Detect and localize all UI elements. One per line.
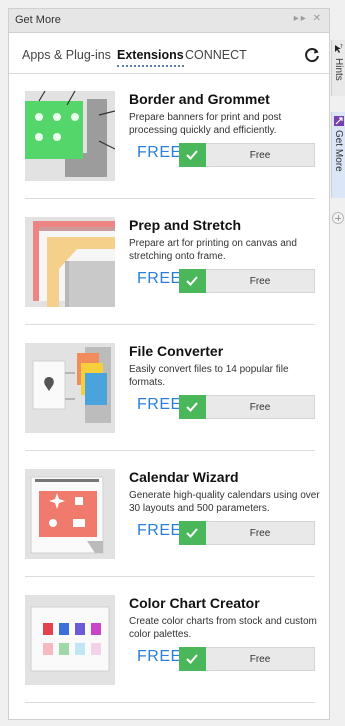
divider	[25, 450, 315, 451]
divider	[25, 198, 315, 199]
extension-description: Prepare art for printing on canvas and s…	[129, 238, 297, 262]
prep-stretch-thumbnail	[25, 217, 115, 307]
get-more-panel: Get More ▸▸ ✕ Apps & Plug-ins Extensions…	[8, 8, 330, 720]
free-button-label: Free	[249, 276, 271, 287]
divider	[25, 702, 315, 703]
panel-title: Get More	[15, 14, 61, 26]
extension-name: Color Chart Creator	[129, 595, 260, 611]
list-item: File Converter Easily convert files to 1…	[9, 327, 329, 453]
extension-name: Prep and Stretch	[129, 217, 242, 233]
extension-name: Border and Grommet	[129, 91, 270, 107]
color-chart-thumbnail	[25, 595, 115, 685]
free-button-label: Free	[249, 150, 271, 161]
list-item: Color Chart Creator Create color charts …	[9, 579, 329, 705]
checkmark-icon	[186, 654, 198, 664]
file-converter-thumbnail	[25, 343, 115, 433]
price-label: FREE	[137, 396, 182, 413]
extension-list: Border and Grommet Prepare banners for p…	[9, 75, 329, 705]
free-button[interactable]: Free	[179, 395, 315, 419]
list-item: Calendar Wizard Generate high-quality ca…	[9, 453, 329, 579]
checkmark-icon	[186, 528, 198, 538]
panel-title-bar: Get More ▸▸ ✕	[9, 9, 329, 33]
price-label: FREE	[137, 522, 182, 539]
free-button-label: Free	[249, 654, 271, 665]
free-button-label: Free	[249, 528, 271, 539]
extension-name: Calendar Wizard	[129, 469, 239, 485]
tab-extensions[interactable]: Extensions	[117, 48, 184, 67]
list-item: Prep and Stretch Prepare art for printin…	[9, 201, 329, 327]
tab-connect[interactable]: CONNECT	[185, 48, 247, 62]
divider	[25, 576, 315, 577]
docker-side-strip: ? Hints Get More	[331, 8, 345, 720]
tab-bar: Apps & Plug-ins Extensions CONNECT	[9, 34, 329, 74]
close-icon[interactable]: ✕	[313, 13, 323, 24]
side-tab-get-more[interactable]: Get More	[331, 112, 345, 198]
border-grommet-thumbnail	[25, 91, 115, 181]
side-tab-get-more-label: Get More	[333, 130, 344, 172]
free-button[interactable]: Free	[179, 521, 315, 545]
side-tab-hints-label: Hints	[333, 58, 344, 81]
calendar-wizard-thumbnail	[25, 469, 115, 559]
extension-description: Prepare banners for print and post proce…	[129, 112, 282, 136]
extension-description: Generate high-quality calendars using ov…	[129, 490, 320, 514]
free-button-label: Free	[249, 402, 271, 413]
checkmark-icon	[186, 150, 198, 160]
pointer-help-icon: ?	[335, 44, 343, 53]
extension-name: File Converter	[129, 343, 224, 359]
price-label: FREE	[137, 270, 182, 287]
add-docker-icon[interactable]	[332, 212, 344, 224]
extension-description: Create color charts from stock and custo…	[129, 616, 317, 640]
free-button[interactable]: Free	[179, 269, 315, 293]
checkmark-icon	[186, 276, 198, 286]
collapse-icon[interactable]: ▸▸	[294, 13, 308, 24]
tab-apps-plugins[interactable]: Apps & Plug-ins	[22, 48, 111, 62]
free-button[interactable]: Free	[179, 143, 315, 167]
get-more-icon	[334, 116, 344, 126]
extension-description: Easily convert files to 14 popular file …	[129, 364, 289, 388]
side-tab-hints[interactable]: ? Hints	[331, 40, 345, 96]
divider	[25, 324, 315, 325]
price-label: FREE	[137, 648, 182, 665]
svg-text:?: ?	[340, 44, 343, 50]
price-label: FREE	[137, 144, 182, 161]
free-button[interactable]: Free	[179, 647, 315, 671]
list-item: Border and Grommet Prepare banners for p…	[9, 75, 329, 201]
checkmark-icon	[186, 402, 198, 412]
refresh-icon[interactable]	[303, 46, 321, 64]
